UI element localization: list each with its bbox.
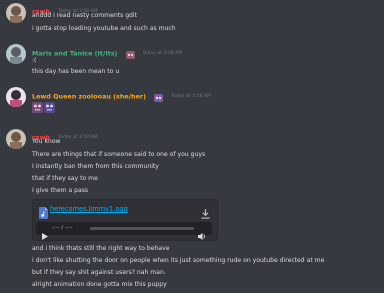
message-line: anddd i read nasty comments gdit [32, 12, 138, 19]
timestamp: Today at 3:59 AM [171, 94, 211, 99]
character-emoji-icon [125, 44, 135, 63]
avatar-rawb[interactable] [6, 129, 26, 149]
message-header: Lewd Queen zoolooau (she/her) Today at 3… [32, 86, 211, 102]
message-line: I instantly ban them from this community [32, 163, 159, 170]
message-line: but if they say shit against users? nah … [32, 269, 166, 276]
message-line: There are things that if someone said to… [32, 151, 206, 158]
audio-file-icon [39, 204, 48, 223]
message-line: and i think thats still the right way to… [32, 245, 170, 252]
message-line: I give them a pass [32, 187, 89, 194]
avatar-lewd-queen[interactable] [6, 87, 26, 107]
message-header: rawb Today at 3:59 AM [32, 127, 98, 142]
audio-player: -:-- / -:-- [36, 222, 212, 240]
message-line: alright animation done gotta mix this pu… [32, 281, 167, 288]
volume-icon[interactable] [198, 225, 206, 244]
message-line: i gotta stop loading youtube and such as… [32, 25, 176, 32]
audio-attachment: herecomes.Jimmy1.ogg -:-- / -:-- [32, 199, 218, 241]
play-icon[interactable] [42, 225, 48, 244]
timestamp: Today at 3:58 AM [142, 51, 183, 56]
message-line: :( [32, 57, 37, 64]
emoji-row [32, 98, 55, 117]
message-line: You know [32, 138, 61, 145]
chat-messages: rawb Today at 3:58 AM anddd i read nasty… [0, 0, 384, 293]
message-line: that if they say to me [32, 175, 98, 182]
avatar-rawb[interactable] [6, 3, 26, 23]
attachment-file-name[interactable]: herecomes.Jimmy1.ogg [50, 205, 128, 213]
character-emoji-icon [44, 98, 55, 117]
character-emoji-icon [154, 87, 164, 106]
message-header: rawb Today at 3:58 AM [32, 1, 98, 16]
audio-progress-bar[interactable] [90, 227, 194, 230]
message-line: this day has been mean to u [32, 68, 120, 75]
message-header: Maris and Tanice (It/Its) Today at 3:58 … [32, 43, 183, 59]
avatar-maris-and-tanice[interactable] [6, 44, 26, 64]
message-line: i don't like shutting the door on people… [32, 257, 325, 264]
audio-time-display: -:-- / -:-- [52, 225, 73, 231]
username-maris-and-tanice[interactable]: Maris and Tanice (It/Its) [32, 50, 117, 58]
timestamp: Today at 3:59 AM [58, 135, 98, 140]
download-icon[interactable] [201, 204, 210, 223]
character-emoji-icon [32, 98, 43, 117]
